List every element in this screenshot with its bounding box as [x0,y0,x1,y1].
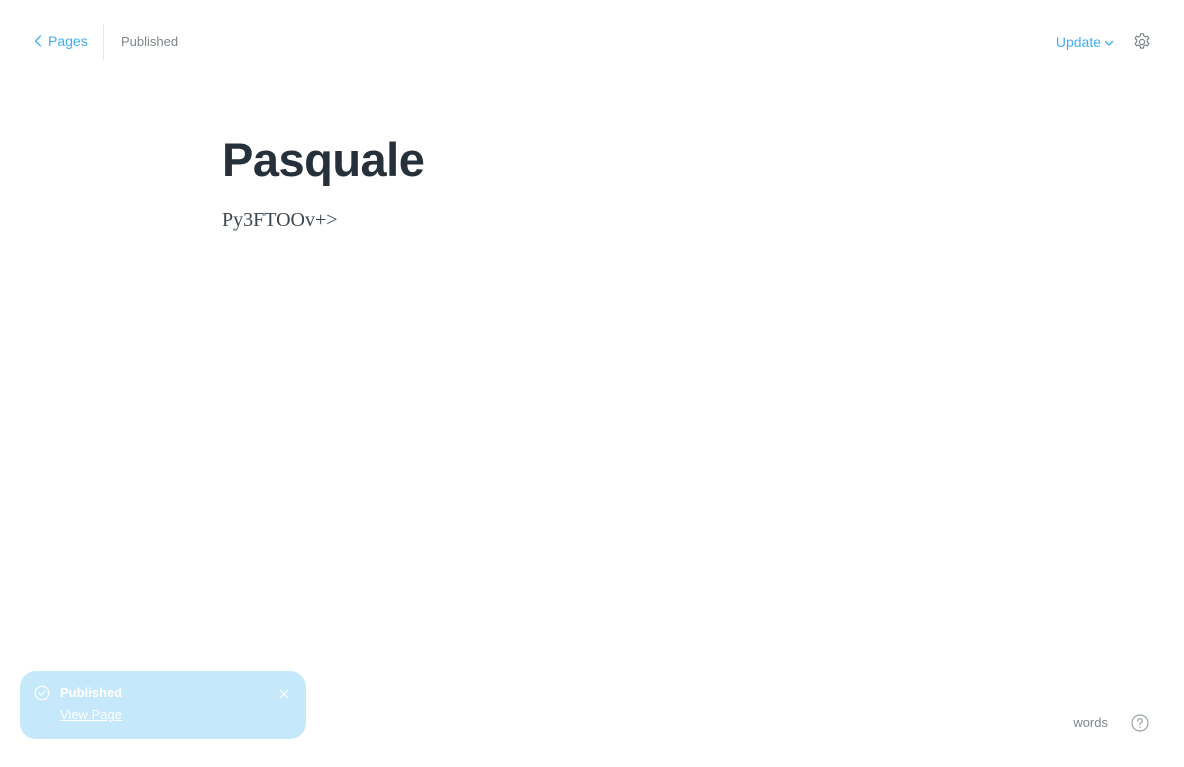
publish-status: Published [121,34,179,49]
view-page-link[interactable]: View Page [60,707,122,722]
update-button[interactable]: Update [1056,34,1114,50]
back-to-pages-link[interactable]: Pages [34,33,88,49]
post-body[interactable]: Py3FTOOv+> [222,206,962,234]
chevron-left-icon [34,35,42,47]
post-editor: Pasquale Py3FTOOv+> [222,128,962,234]
header-divider [103,24,104,60]
update-button-label: Update [1055,34,1101,50]
check-circle-icon [34,685,50,706]
published-notification: Published View Page [20,671,306,739]
post-title[interactable]: Pasquale [222,128,962,192]
settings-button[interactable] [1132,32,1152,52]
help-button[interactable] [1131,714,1149,732]
close-icon [279,687,289,702]
editor-header: Pages Published Update [0,0,1184,84]
notification-close-button[interactable] [279,687,289,699]
editor-page: Pages Published Update Pasquale Py3FTOOv… [0,0,1184,767]
chevron-down-icon [1104,34,1114,50]
gear-icon [1132,33,1152,55]
word-count: words [1073,715,1108,730]
question-circle-icon [1131,714,1149,735]
notification-title: Published [60,685,123,700]
back-link-label: Pages [48,33,88,49]
